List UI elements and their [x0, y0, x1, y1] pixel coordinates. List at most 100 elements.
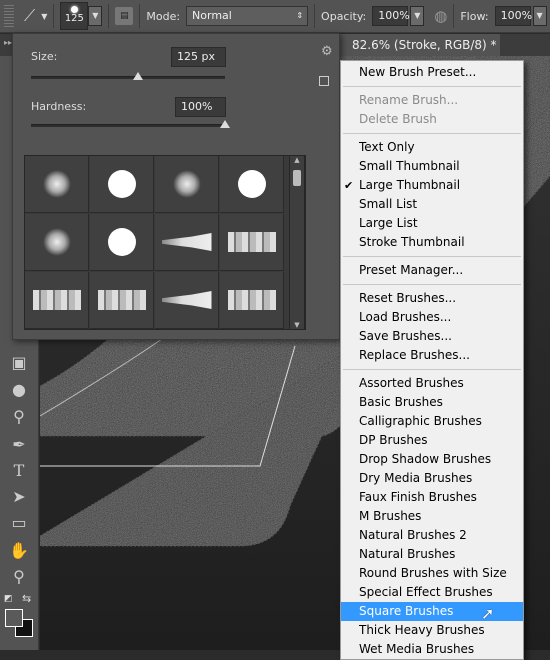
foreground-color-swatch[interactable] [5, 609, 23, 627]
menu-item-calligraphic-brushes[interactable]: Calligraphic Brushes [341, 412, 523, 431]
tool-preset-dropdown[interactable]: ▼ [41, 12, 47, 21]
flat-brush-brush-icon [32, 290, 81, 310]
menu-item-label: Faux Finish Brushes [359, 490, 477, 504]
hard-round-brush-icon [107, 228, 136, 256]
swap-colors-icon[interactable]: ⇆ [22, 592, 31, 605]
menu-item-preset-manager[interactable]: Preset Manager... [341, 261, 523, 280]
brush-panel-menu: New Brush Preset... Rename Brush... Delete… [340, 60, 524, 660]
flow-dropdown[interactable]: ▼ [532, 6, 547, 26]
brush-grid-scrollbar[interactable]: ▲ ▼ [289, 155, 305, 330]
menu-item-basic-brushes[interactable]: Basic Brushes [341, 393, 523, 412]
new-preset-icon[interactable] [319, 76, 329, 86]
menu-separator [343, 133, 521, 134]
menu-item-natural-brushes[interactable]: Natural Brushes [341, 545, 523, 564]
scrollbar-thumb[interactable] [293, 170, 301, 186]
size-slider[interactable] [31, 72, 225, 80]
options-bar-grip[interactable] [4, 5, 14, 27]
brush-preset-soft-round[interactable] [25, 156, 89, 213]
brush-preset-flat-brush[interactable] [25, 272, 89, 329]
hardness-input[interactable]: 100% [175, 97, 226, 117]
brush-preset-fan-brush[interactable] [155, 214, 219, 271]
hardness-slider-thumb[interactable] [220, 120, 230, 128]
scroll-up-arrow[interactable]: ▲ [290, 156, 304, 164]
menu-item-reset-brushes[interactable]: Reset Brushes... [341, 289, 523, 308]
menu-item-text-only[interactable]: Text Only [341, 138, 523, 157]
menu-item-load-brushes[interactable]: Load Brushes... [341, 308, 523, 327]
menu-item-label: Round Brushes with Size [359, 566, 507, 580]
menu-separator [343, 256, 521, 257]
menu-item-replace-brushes[interactable]: Replace Brushes... [341, 346, 523, 365]
soft-round-brush-icon [42, 170, 71, 198]
soft-round-brush-icon [42, 228, 71, 256]
menu-item-natural-brushes-2[interactable]: Natural Brushes 2 [341, 526, 523, 545]
menu-item-dry-media-brushes[interactable]: Dry Media Brushes [341, 469, 523, 488]
flow-input[interactable]: 100% [494, 6, 532, 26]
panel-settings-gear-icon[interactable]: ⚙ [321, 44, 333, 59]
pressure-opacity-icon[interactable]: ◍ [434, 7, 447, 25]
brush-preset-fan-brush[interactable] [155, 272, 219, 329]
brush-preset-hard-round[interactable] [220, 156, 284, 213]
size-slider-thumb[interactable] [132, 72, 143, 80]
hand-tool-icon[interactable]: ✋ [8, 540, 30, 562]
menu-item-large-thumbnail[interactable]: ✔ Large Thumbnail [341, 176, 523, 195]
opacity-dropdown[interactable]: ▼ [410, 6, 425, 26]
menu-item-special-effect-brushes[interactable]: Special Effect Brushes [341, 583, 523, 602]
menu-item-label: Dry Media Brushes [359, 471, 473, 485]
opacity-label: Opacity: [321, 9, 367, 23]
brush-tool-icon[interactable]: ⟋ [24, 6, 35, 26]
brush-preset-flat-brush[interactable] [220, 272, 284, 329]
brush-preset-grid [24, 155, 306, 330]
menu-item-new-brush-preset[interactable]: New Brush Preset... [341, 63, 523, 82]
menu-item-assorted-brushes[interactable]: Assorted Brushes [341, 374, 523, 393]
menu-item-small-list[interactable]: Small List [341, 195, 523, 214]
collapse-panels-icon[interactable]: ▸▸ [4, 38, 12, 47]
brush-preset-hard-round[interactable] [90, 156, 154, 213]
menu-item-small-thumbnail[interactable]: Small Thumbnail [341, 157, 523, 176]
rectangle-tool-icon[interactable]: ▭ [8, 512, 30, 534]
brush-preset-flat-brush[interactable] [90, 272, 154, 329]
brush-preset-picker[interactable]: 125 [60, 2, 89, 30]
brush-preset-soft-round[interactable] [155, 156, 219, 213]
menu-item-square-brushes[interactable]: Square Brushes ➚ [341, 602, 523, 623]
brush-picker-dropdown[interactable]: ▼ [88, 6, 103, 26]
menu-item-rename-brush: Rename Brush... [341, 91, 523, 110]
menu-item-faux-finish-brushes[interactable]: Faux Finish Brushes [341, 488, 523, 507]
menu-item-label: Delete Brush [359, 112, 437, 126]
menu-item-stroke-thumbnail[interactable]: Stroke Thumbnail [341, 233, 523, 252]
brush-panel-toggle-icon[interactable]: ▤ [115, 7, 134, 25]
menu-item-label: Text Only [359, 140, 415, 154]
brush-preset-flat-brush[interactable] [220, 214, 284, 271]
menu-item-label: Thick Heavy Brushes [359, 623, 485, 637]
blur-tool-icon[interactable]: ● [8, 379, 30, 401]
document-tab[interactable]: 82.6% (Stroke, RGB/8) * × [340, 34, 500, 74]
menu-item-label: Large List [359, 216, 418, 230]
menu-item-save-brushes[interactable]: Save Brushes... [341, 327, 523, 346]
brush-preset-hard-round[interactable] [90, 214, 154, 271]
menu-item-thick-heavy-brushes[interactable]: Thick Heavy Brushes [341, 621, 523, 640]
dodge-tool-icon[interactable]: ⚲ [8, 406, 30, 428]
hardness-slider[interactable] [31, 120, 230, 128]
flat-brush-brush-icon [227, 290, 276, 310]
size-input[interactable]: 125 px [171, 47, 226, 67]
menu-item-drop-shadow-brushes[interactable]: Drop Shadow Brushes [341, 450, 523, 469]
menu-item-round-brushes-with-size[interactable]: Round Brushes with Size [341, 564, 523, 583]
pen-tool-icon[interactable]: ✒ [8, 434, 30, 456]
brush-preset-soft-round[interactable] [25, 214, 89, 271]
opacity-input[interactable]: 100% [372, 6, 410, 26]
menu-item-label: M Brushes [359, 509, 422, 523]
gradient-tool-icon[interactable]: ▣ [8, 352, 30, 374]
menu-item-m-brushes[interactable]: M Brushes [341, 507, 523, 526]
menu-item-label: Natural Brushes [359, 547, 456, 561]
select-arrows-icon: ⇕ [296, 11, 304, 20]
fan-brush-brush-icon [161, 233, 212, 251]
menu-item-large-list[interactable]: Large List [341, 214, 523, 233]
mode-select[interactable]: Normal ⇕ [186, 6, 309, 26]
zoom-tool-icon[interactable]: ⚲ [8, 566, 30, 588]
menu-item-dp-brushes[interactable]: DP Brushes [341, 431, 523, 450]
default-colors-icon[interactable]: ◩ [4, 594, 13, 604]
menu-item-label: Drop Shadow Brushes [359, 452, 492, 466]
type-tool-icon[interactable]: T [8, 460, 30, 482]
path-selection-tool-icon[interactable]: ➤ [8, 486, 30, 508]
scroll-down-arrow[interactable]: ▼ [290, 321, 304, 329]
fan-brush-brush-icon [161, 291, 212, 309]
